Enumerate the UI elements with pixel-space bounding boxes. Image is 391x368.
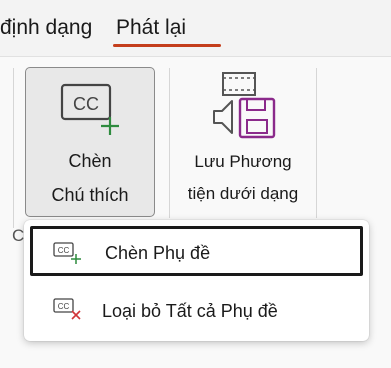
save-media-icon xyxy=(213,72,276,139)
save-media-as-button[interactable]: Lưu Phương tiện dưới dạng xyxy=(172,67,314,217)
closed-captions-remove-icon: CC xyxy=(53,298,81,320)
insert-captions-label-line1: Chèn xyxy=(68,151,112,171)
group-separator xyxy=(169,68,170,218)
svg-text:CC: CC xyxy=(58,246,70,255)
menu-item-remove-all-captions[interactable]: CC Loại bỏ Tất cả Phụ đề xyxy=(30,284,363,334)
tab-bar: định dạng Phát lại xyxy=(0,0,391,56)
active-tab-indicator xyxy=(113,44,221,47)
menu-item-label: Loại bỏ Tất cả Phụ đề xyxy=(102,301,278,321)
menu-item-insert-captions[interactable]: CC Chèn Phụ đề xyxy=(30,226,363,276)
svg-text:CC: CC xyxy=(58,302,70,311)
save-media-label-line2: tiện dưới dạng xyxy=(187,184,299,203)
menu-item-label: Chèn Phụ đề xyxy=(105,243,211,263)
captions-dropdown-menu: CC Chèn Phụ đề CC Loại bỏ Tất cả Phụ đề xyxy=(24,220,369,341)
group-label: C xyxy=(12,226,25,245)
group-separator xyxy=(316,68,317,218)
group-separator xyxy=(13,68,14,228)
tab-format[interactable]: định dạng xyxy=(0,16,92,40)
tab-playback[interactable]: Phát lại xyxy=(116,16,186,40)
save-media-label-line1: Lưu Phương xyxy=(194,152,292,171)
closed-captions-add-icon: CC xyxy=(53,242,81,264)
closed-captions-add-icon: CC xyxy=(60,83,119,135)
svg-text:CC: CC xyxy=(73,94,99,114)
insert-captions-button[interactable]: CC Chèn Chú thích xyxy=(25,67,155,217)
insert-captions-label-line2: Chú thích xyxy=(51,185,129,205)
